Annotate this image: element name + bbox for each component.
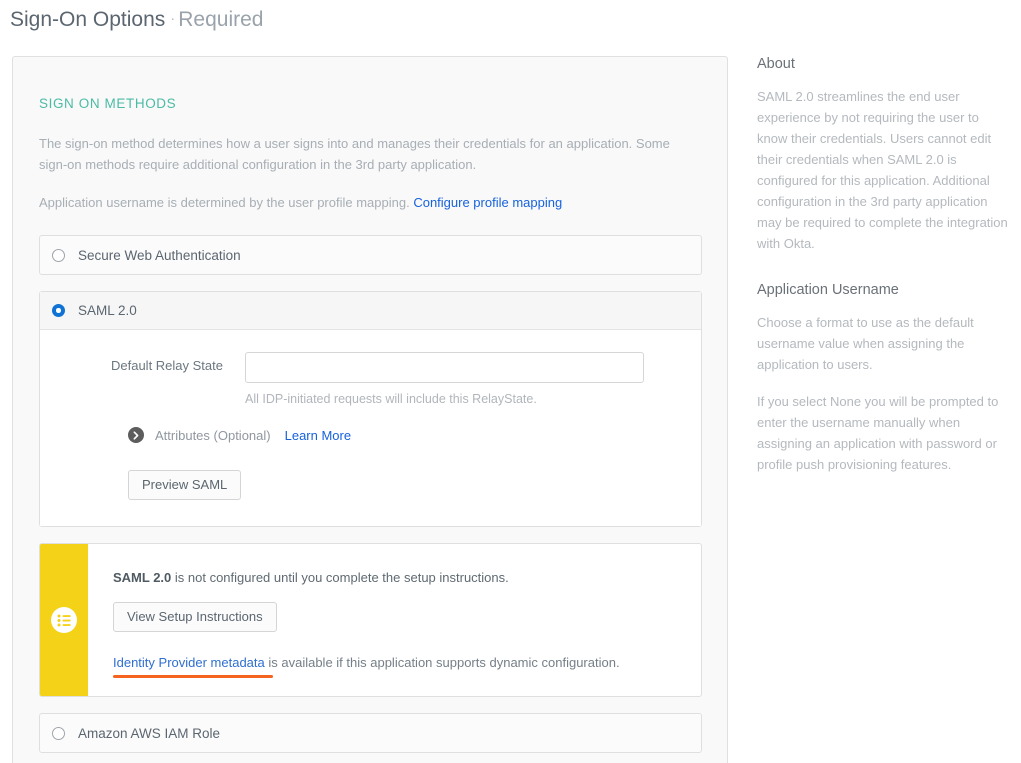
- callout-body: SAML 2.0 is not configured until you com…: [88, 544, 701, 696]
- setup-instructions-callout: SAML 2.0 is not configured until you com…: [39, 543, 702, 697]
- sign-on-methods-card: SIGN ON METHODS The sign-on method deter…: [12, 56, 728, 763]
- saml-settings-panel: Default Relay State All IDP-initiated re…: [40, 330, 701, 526]
- page-title-required: Required: [178, 8, 264, 31]
- identity-provider-metadata-line: Identity Provider metadata is available …: [113, 655, 620, 678]
- default-relay-state-label: Default Relay State: [110, 358, 223, 373]
- identity-provider-metadata-link[interactable]: Identity Provider metadata: [113, 655, 265, 670]
- section-title: SIGN ON METHODS: [39, 96, 177, 111]
- instructions-list-icon: [51, 607, 77, 633]
- preview-saml-button[interactable]: Preview SAML: [128, 470, 242, 500]
- attributes-row: Attributes (Optional) Learn More: [128, 427, 701, 443]
- username-note: Application username is determined by th…: [39, 192, 699, 213]
- sign-on-options-page: Sign-On Options · Required SIGN ON METHODS…: [0, 0, 1021, 763]
- option-label: SAML 2.0: [78, 303, 137, 318]
- application-username-title: Application Username: [757, 282, 899, 298]
- callout-message-strong: SAML 2.0: [113, 570, 172, 585]
- option-header[interactable]: SAML 2.0: [40, 292, 701, 330]
- option-header[interactable]: Amazon AWS IAM Role: [40, 714, 701, 752]
- attributes-learn-more-link[interactable]: Learn More: [285, 428, 351, 443]
- default-relay-state-help: All IDP-initiated requests will include …: [245, 392, 537, 406]
- default-relay-state-row: Default Relay State All IDP-initiated re…: [40, 352, 701, 406]
- about-body: SAML 2.0 streamlines the end user experi…: [757, 89, 1008, 251]
- about-sidebar: About SAML 2.0 streamlines the end user …: [757, 56, 1009, 475]
- highlight-underline-annotation: [113, 675, 273, 678]
- page-title: Sign-On Options · Required: [10, 8, 263, 32]
- username-note-text: Application username is determined by th…: [39, 195, 410, 210]
- callout-message-rest: is not configured until you complete the…: [171, 570, 509, 585]
- option-header[interactable]: Secure Web Authentication: [40, 236, 701, 274]
- callout-message: SAML 2.0 is not configured until you com…: [113, 570, 681, 585]
- application-username-paragraph-1: Choose a format to use as the default us…: [757, 315, 974, 372]
- identity-provider-metadata-rest: is available if this application support…: [264, 655, 620, 670]
- option-label: Amazon AWS IAM Role: [78, 725, 221, 741]
- option-label: Secure Web Authentication: [78, 247, 241, 263]
- view-setup-instructions-button[interactable]: View Setup Instructions: [113, 602, 277, 632]
- radio-saml-2-0[interactable]: [52, 304, 65, 317]
- preview-saml-button-wrap: Preview SAML: [128, 470, 701, 500]
- section-description: The sign-on method determines how a user…: [39, 136, 670, 172]
- sign-on-method-options: Secure Web Authentication SAML 2.0 Defau…: [39, 235, 702, 763]
- option-saml-2-0[interactable]: SAML 2.0 Default Relay State All IDP-ini…: [39, 291, 702, 527]
- chevron-right-icon[interactable]: [128, 427, 144, 443]
- option-amazon-aws-iam-role[interactable]: Amazon AWS IAM Role: [39, 713, 702, 753]
- about-title: About: [757, 56, 795, 72]
- configure-profile-mapping-link[interactable]: Configure profile mapping: [413, 195, 562, 210]
- default-relay-state-control: All IDP-initiated requests will include …: [245, 352, 701, 406]
- application-username-paragraph-2: If you select None you will be prompted …: [757, 394, 999, 472]
- radio-secure-web-authentication[interactable]: [52, 248, 65, 262]
- radio-amazon-aws-iam-role[interactable]: [52, 726, 65, 740]
- page-title-text: Sign-On Options: [10, 8, 166, 31]
- option-secure-web-authentication[interactable]: Secure Web Authentication: [39, 235, 702, 275]
- attributes-label: Attributes (Optional): [155, 427, 271, 443]
- view-setup-instructions-wrap: View Setup Instructions: [113, 602, 681, 632]
- page-title-separator: ·: [170, 10, 176, 27]
- default-relay-state-input[interactable]: [245, 352, 644, 383]
- callout-accent-bar: [40, 544, 88, 696]
